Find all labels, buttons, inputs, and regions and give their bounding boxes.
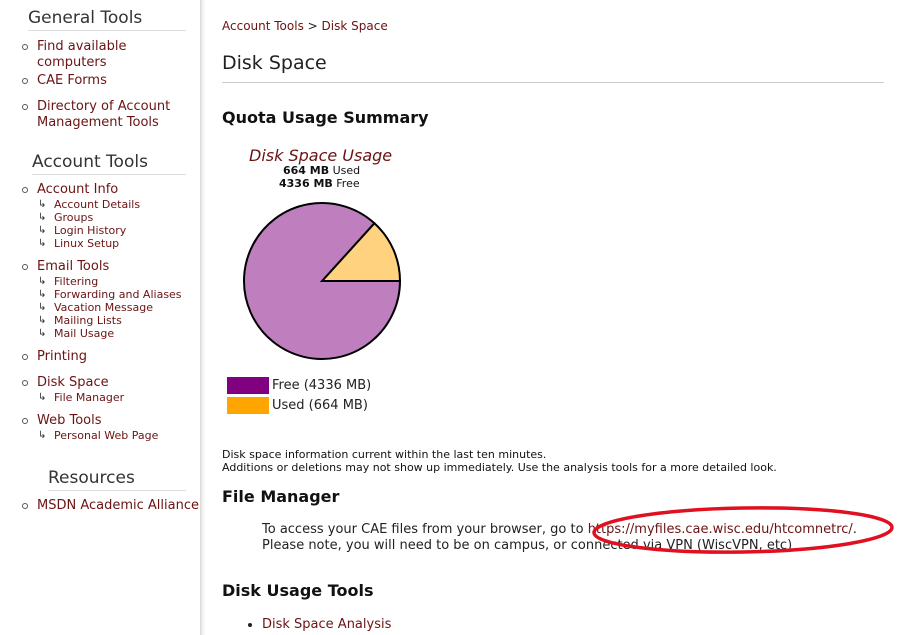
find-computers-link[interactable]: Find available computers bbox=[37, 39, 126, 70]
info-line-1: Disk space information current within th… bbox=[222, 448, 547, 461]
resources-list: MSDN Academic Alliance bbox=[0, 498, 200, 514]
sub-item[interactable]: ↳ Mailing Lists bbox=[37, 314, 200, 327]
web-tools-sublist: ↳ Personal Web Page bbox=[37, 429, 200, 442]
filtering-link[interactable]: Filtering bbox=[54, 275, 98, 288]
arrow-icon: ↳ bbox=[38, 199, 47, 210]
red-annotation-circle bbox=[592, 506, 894, 554]
used-label: Used bbox=[332, 164, 361, 177]
file-manager-link[interactable]: File Manager bbox=[54, 391, 124, 404]
email-tools-link[interactable]: Email Tools bbox=[37, 259, 109, 274]
arrow-icon: ↳ bbox=[38, 225, 47, 236]
breadcrumb-parent-link[interactable]: Account Tools bbox=[222, 19, 304, 33]
disk-usage-tools-list: Disk Space Analysis bbox=[246, 617, 391, 632]
sub-item[interactable]: ↳ File Manager bbox=[37, 391, 200, 404]
disk-space-sublist: ↳ File Manager bbox=[37, 391, 200, 404]
resources-heading: Resources bbox=[48, 468, 186, 491]
arrow-icon: ↳ bbox=[38, 315, 47, 326]
sidebar-divider bbox=[200, 0, 206, 635]
file-manager-heading: File Manager bbox=[222, 487, 340, 506]
linux-setup-link[interactable]: Linux Setup bbox=[54, 237, 119, 250]
legend-used-swatch bbox=[227, 396, 269, 414]
legend-used-row: Used (664 MB) bbox=[227, 395, 371, 415]
chart-legend: Free (4336 MB) Used (664 MB) bbox=[227, 375, 371, 415]
disk-space-analysis-link[interactable]: Disk Space Analysis bbox=[262, 617, 391, 632]
fm-text-before: To access your CAE files from your brows… bbox=[262, 522, 588, 537]
arrow-icon: ↳ bbox=[38, 392, 47, 403]
account-tools-heading: Account Tools bbox=[32, 152, 186, 175]
account-tools-list: Account Info ↳ Account Details ↳ Groups ↳ L… bbox=[0, 182, 200, 442]
sub-item[interactable]: ↳ Personal Web Page bbox=[37, 429, 200, 442]
sidebar: General Tools Find available computers C… bbox=[0, 0, 200, 635]
sub-item[interactable]: ↳ Filtering bbox=[37, 275, 200, 288]
breadcrumb-current-link[interactable]: Disk Space bbox=[322, 19, 388, 33]
legend-free-swatch bbox=[227, 376, 269, 394]
account-info-sublist: ↳ Account Details ↳ Groups ↳ Login History … bbox=[37, 198, 200, 250]
quota-heading: Quota Usage Summary bbox=[222, 108, 429, 127]
sidebar-item-printing[interactable]: Printing bbox=[0, 349, 200, 365]
arrow-icon: ↳ bbox=[38, 302, 47, 313]
arrow-icon: ↳ bbox=[38, 238, 47, 249]
free-value: 4336 MB bbox=[279, 177, 333, 190]
vacation-link[interactable]: Vacation Message bbox=[54, 301, 153, 314]
sidebar-item-directory[interactable]: Directory of Account Management Tools bbox=[0, 99, 200, 131]
sidebar-item-account-info[interactable]: Account Info ↳ Account Details ↳ Groups ↳ L… bbox=[0, 182, 200, 250]
web-tools-link[interactable]: Web Tools bbox=[37, 413, 102, 428]
disk-space-link[interactable]: Disk Space bbox=[37, 375, 109, 390]
sub-item[interactable]: ↳ Login History bbox=[37, 224, 200, 237]
chart-used-line: 664 MB Used bbox=[283, 164, 360, 177]
mail-usage-link[interactable]: Mail Usage bbox=[54, 327, 114, 340]
breadcrumb-separator: > bbox=[307, 19, 318, 33]
groups-link[interactable]: Groups bbox=[54, 211, 93, 224]
arrow-icon: ↳ bbox=[38, 212, 47, 223]
arrow-icon: ↳ bbox=[38, 276, 47, 287]
msdn-link[interactable]: MSDN Academic Alliance bbox=[37, 498, 199, 513]
cae-forms-link[interactable]: CAE Forms bbox=[37, 73, 107, 88]
free-label: Free bbox=[336, 177, 360, 190]
sub-item[interactable]: ↳ Mail Usage bbox=[37, 327, 200, 340]
arrow-icon: ↳ bbox=[38, 328, 47, 339]
chart-free-line: 4336 MB Free bbox=[279, 177, 360, 190]
disk-usage-tools-heading: Disk Usage Tools bbox=[222, 581, 374, 600]
info-line-2: Additions or deletions may not show up i… bbox=[222, 461, 777, 474]
breadcrumb: Account Tools > Disk Space bbox=[222, 19, 388, 33]
sub-item[interactable]: ↳ Vacation Message bbox=[37, 301, 200, 314]
chart-title: Disk Space Usage bbox=[249, 146, 393, 165]
general-tools-list: Find available computers CAE Forms Direc… bbox=[0, 39, 200, 131]
disk-usage-pie-chart bbox=[243, 202, 402, 360]
legend-free-row: Free (4336 MB) bbox=[227, 375, 371, 395]
sub-item[interactable]: ↳ Groups bbox=[37, 211, 200, 224]
sidebar-item-cae-forms[interactable]: CAE Forms bbox=[0, 73, 200, 99]
arrow-icon: ↳ bbox=[38, 289, 47, 300]
account-details-link[interactable]: Account Details bbox=[54, 198, 140, 211]
forwarding-link[interactable]: Forwarding and Aliases bbox=[54, 288, 182, 301]
legend-used-label: Used (664 MB) bbox=[272, 397, 368, 413]
sub-item[interactable]: ↳ Account Details bbox=[37, 198, 200, 211]
disk-info-note: Disk space information current within th… bbox=[222, 448, 777, 474]
account-info-link[interactable]: Account Info bbox=[37, 182, 118, 197]
legend-free-label: Free (4336 MB) bbox=[272, 377, 372, 393]
sidebar-item-web-tools[interactable]: Web Tools ↳ Personal Web Page bbox=[0, 413, 200, 442]
used-value: 664 MB bbox=[283, 164, 330, 177]
sidebar-item-find-computers[interactable]: Find available computers bbox=[0, 39, 200, 73]
printing-link[interactable]: Printing bbox=[37, 349, 87, 364]
email-tools-sublist: ↳ Filtering ↳ Forwarding and Aliases ↳ Vaca… bbox=[37, 275, 200, 340]
directory-link[interactable]: Directory of Account Management Tools bbox=[37, 99, 170, 130]
sub-item[interactable]: ↳ Forwarding and Aliases bbox=[37, 288, 200, 301]
mailing-lists-link[interactable]: Mailing Lists bbox=[54, 314, 122, 327]
general-tools-heading: General Tools bbox=[28, 8, 186, 31]
tool-item-disk-space-analysis[interactable]: Disk Space Analysis bbox=[262, 617, 391, 632]
sub-item[interactable]: ↳ Linux Setup bbox=[37, 237, 200, 250]
sidebar-item-email-tools[interactable]: Email Tools ↳ Filtering ↳ Forwarding and A… bbox=[0, 259, 200, 340]
sidebar-item-disk-space[interactable]: Disk Space ↳ File Manager bbox=[0, 375, 200, 404]
page-title: Disk Space bbox=[222, 52, 884, 83]
personal-web-page-link[interactable]: Personal Web Page bbox=[54, 429, 158, 442]
sidebar-item-msdn[interactable]: MSDN Academic Alliance bbox=[0, 498, 200, 514]
login-history-link[interactable]: Login History bbox=[54, 224, 126, 237]
arrow-icon: ↳ bbox=[38, 430, 47, 441]
